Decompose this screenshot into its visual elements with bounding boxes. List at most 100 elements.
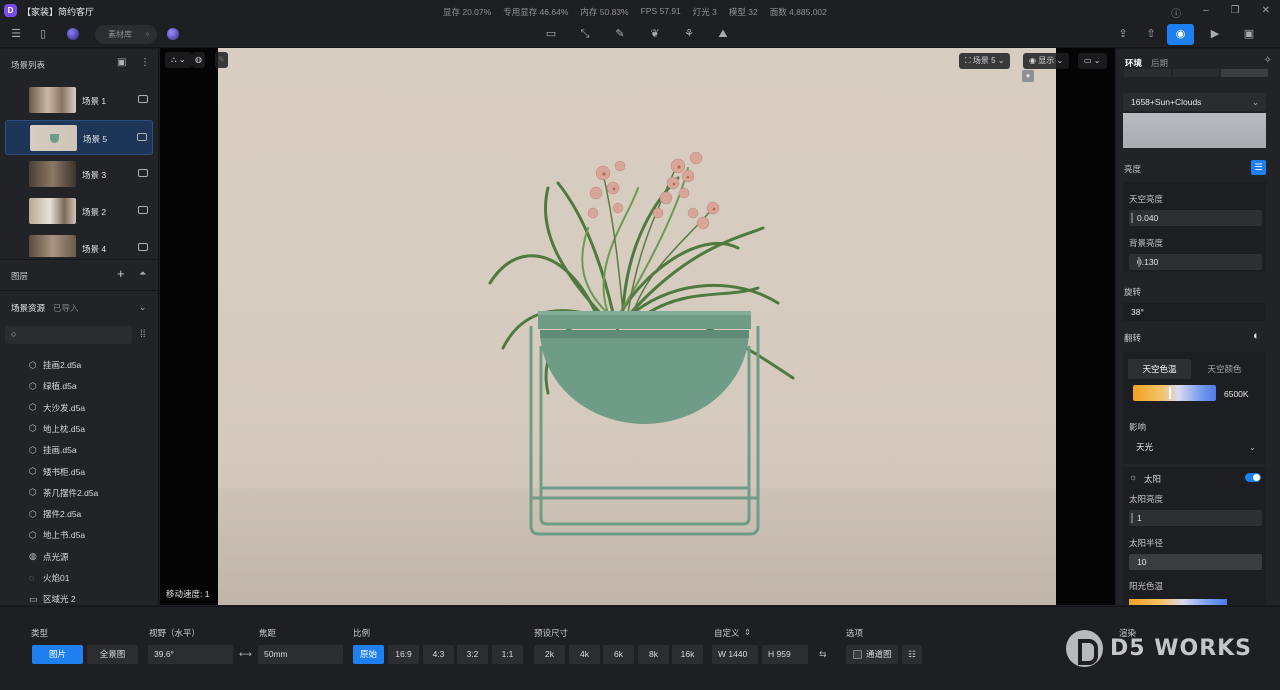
light-bulb-icon[interactable]: ● (1022, 70, 1034, 82)
gallery-icon[interactable]: ▣ (1242, 27, 1256, 41)
color-temp-slider[interactable] (1133, 385, 1216, 401)
more-icon[interactable]: ⋮ (140, 57, 150, 68)
preset-4k-button[interactable]: 4k (569, 645, 600, 664)
influence-select[interactable]: 天光 ⌄ (1129, 438, 1262, 457)
close-icon[interactable]: ✕ (1262, 5, 1270, 20)
asset-item[interactable]: ◌ 火焰01 (29, 569, 69, 587)
ratio-16-9-button[interactable]: 16:9 (388, 645, 419, 664)
sun-color-temp-slider[interactable] (1129, 599, 1227, 605)
type-panorama-button[interactable]: 全景图 (87, 645, 138, 664)
scene-label: 场景 5 (83, 134, 108, 144)
width-field[interactable]: W 1440 (712, 645, 758, 664)
asset-item[interactable]: ⬡ 大沙发.d5a (29, 399, 85, 417)
maximize-icon[interactable]: ❐ (1231, 5, 1240, 20)
path-tool-icon[interactable]: ⤡ (578, 27, 592, 41)
options-settings-icon[interactable]: ☷ (902, 645, 922, 664)
asset-item[interactable]: ⬡ 地上枕.d5a (29, 420, 85, 438)
focal-field[interactable]: 50mm (258, 645, 343, 664)
brush-tool-icon[interactable]: ✎ (613, 27, 627, 41)
tab-post[interactable]: 后期 (1151, 57, 1168, 69)
file-icon[interactable]: ▯ (36, 27, 50, 41)
asset-item[interactable]: ⬡ 挂画2.d5a (29, 356, 81, 374)
ratio-4-3-button[interactable]: 4:3 (423, 645, 454, 664)
asset-item[interactable]: ◍ 点光源 (29, 548, 69, 566)
asset-item[interactable]: ⬡ 地上书.d5a (29, 526, 85, 544)
preset-2k-button[interactable]: 2k (534, 645, 565, 664)
link-icon[interactable]: ⟷ (239, 649, 252, 660)
preset-16k-button[interactable]: 16k (672, 645, 703, 664)
tab-environment[interactable]: 环境 (1125, 57, 1142, 69)
scatter-tool-icon[interactable]: ⚘ (682, 27, 696, 41)
material-sphere-icon[interactable] (67, 28, 79, 40)
pin-icon[interactable]: ✧ (1264, 55, 1272, 66)
sort-icon[interactable]: ⇕ (744, 627, 751, 638)
globe-icon[interactable]: ◍ (192, 52, 205, 68)
camera-icon[interactable] (138, 206, 148, 214)
scene-item-3[interactable]: 场景 3 (5, 157, 153, 192)
asset-item[interactable]: ⬡ 矮书柜.d5a (29, 463, 85, 481)
add-scene-icon[interactable]: ▣ (117, 57, 126, 68)
ratio-original-button[interactable]: 原始 (353, 645, 384, 664)
sky-brightness-field[interactable]: 0.040 (1129, 210, 1262, 226)
flip-toggle-icon[interactable]: ◐ (1253, 330, 1260, 342)
flame-icon: ◌ (29, 572, 35, 583)
asset-item[interactable]: ⬡ 绿植.d5a (29, 377, 77, 395)
terrain-tool-icon[interactable]: ⛰ (716, 27, 730, 41)
sun-radius-field[interactable]: 10 (1129, 554, 1262, 570)
rectangle-tool-icon[interactable]: ▭ (544, 27, 558, 41)
ai-sphere-icon[interactable] (167, 28, 179, 40)
tab-imported[interactable]: 已导入 (53, 302, 79, 314)
preset-8k-button[interactable]: 8k (638, 645, 669, 664)
asset-search-input[interactable]: ○ (5, 326, 132, 344)
height-field[interactable]: H 959 (762, 645, 808, 664)
transform-tool-button[interactable]: ⛬ ⌄ (165, 52, 192, 68)
scene-item-5[interactable]: 场景 5 (5, 120, 153, 155)
sun-brightness-field[interactable]: 1 (1129, 510, 1262, 526)
camera-icon[interactable] (138, 95, 148, 103)
collapse-icon[interactable]: ⏶ (139, 268, 146, 279)
chevron-down-icon[interactable]: ⌄ (139, 302, 147, 313)
menu-icon[interactable]: ☰ (9, 27, 23, 41)
scene-select[interactable]: ⛶ 场景 5 ⌄ (959, 53, 1011, 69)
type-photo-button[interactable]: 图片 (32, 645, 83, 664)
help-icon[interactable]: ⓘ (1171, 5, 1181, 20)
asset-item[interactable]: ⬡ 摆件2.d5a (29, 505, 81, 523)
swap-icon[interactable]: ⇆ (819, 649, 827, 660)
scene-item-2[interactable]: 场景 2 (5, 194, 153, 229)
scene-item-4[interactable]: 场景 4 (5, 231, 153, 257)
ratio-1-1-button[interactable]: 1:1 (492, 645, 523, 664)
grid-view-icon[interactable]: ⁞⁞ (140, 329, 146, 340)
channel-map-button[interactable]: 通道图 (846, 645, 898, 664)
asset-item[interactable]: ⬡ 茶几摆件2.d5a (29, 484, 98, 502)
video-icon[interactable]: ▶ (1208, 27, 1222, 41)
preset-6k-button[interactable]: 6k (603, 645, 634, 664)
camera-mode-button[interactable]: ◉ (1167, 24, 1194, 45)
camera-icon[interactable] (138, 169, 148, 177)
checkbox[interactable] (853, 650, 862, 659)
view-options-button[interactable]: ▭ ⌄ (1078, 53, 1107, 69)
adjust-icon[interactable]: ☰ (1251, 160, 1266, 175)
minimize-icon[interactable]: – (1203, 5, 1209, 20)
sun-toggle[interactable] (1245, 473, 1261, 482)
fov-field[interactable]: 39.6° (148, 645, 233, 664)
bg-brightness-field[interactable]: 0.130 (1129, 254, 1262, 270)
pen-icon[interactable]: ✎ (215, 52, 228, 68)
material-library-button[interactable]: 素材库 ✧ (95, 25, 157, 44)
asset-item[interactable]: ⬡ 挂画.d5a (29, 441, 77, 459)
camera-icon[interactable] (138, 243, 148, 251)
display-button[interactable]: ◉ 显示 ⌄ (1023, 53, 1070, 69)
hdri-select[interactable]: 1658+Sun+Clouds ⌄ (1123, 93, 1266, 111)
tab-sky-temp[interactable]: 天空色温 (1128, 359, 1191, 379)
ratio-3-2-button[interactable]: 3:2 (457, 645, 488, 664)
viewport[interactable]: ⛬ ⌄ ◍ ✎ ⛶ 场景 5 ⌄ ◉ 显示 ⌄ ▭ ⌄ ● 移动速度: 1 (160, 48, 1115, 605)
rotation-field[interactable]: 38° (1123, 303, 1266, 321)
asset-label: 绿植.d5a (43, 381, 77, 392)
tab-sky-color[interactable]: 天空颜色 (1193, 359, 1256, 379)
scene-item-1[interactable]: 场景 1 (5, 83, 153, 118)
upload-icon[interactable]: ⇧ (1144, 27, 1158, 41)
tab-scene-assets[interactable]: 场景资源 (11, 302, 45, 314)
share-icon[interactable]: ⇪ (1116, 27, 1130, 41)
camera-icon[interactable] (137, 133, 147, 141)
leaf-tool-icon[interactable]: ❦ (648, 27, 662, 41)
add-layer-icon[interactable]: + (117, 266, 125, 281)
